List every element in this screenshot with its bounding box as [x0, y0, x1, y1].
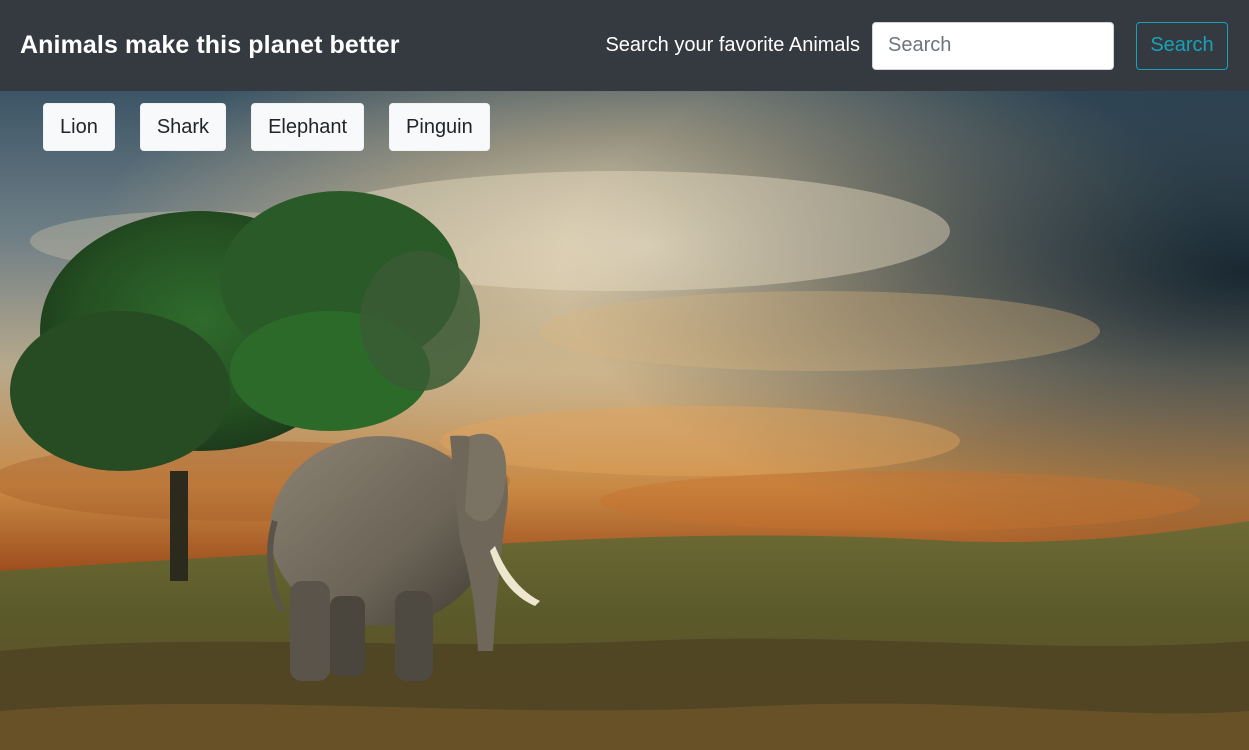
- search-form: Search your favorite Animals Search: [605, 21, 1228, 70]
- search-button[interactable]: Search: [1136, 21, 1228, 70]
- search-label: Search your favorite Animals: [605, 34, 860, 56]
- shark-button[interactable]: Shark: [139, 103, 227, 151]
- search-input[interactable]: [872, 21, 1114, 70]
- pinguin-button[interactable]: Pinguin: [389, 103, 490, 151]
- brand-title[interactable]: Animals make this planet better: [20, 31, 400, 60]
- lion-button[interactable]: Lion: [43, 103, 115, 151]
- elephant-landscape-image: [0, 91, 1249, 750]
- elephant-button[interactable]: Elephant: [251, 103, 365, 151]
- navbar: Animals make this planet better Search y…: [0, 0, 1249, 91]
- hero-image: [0, 91, 1249, 750]
- animal-button-group: Lion Shark Elephant Pinguin: [43, 103, 515, 151]
